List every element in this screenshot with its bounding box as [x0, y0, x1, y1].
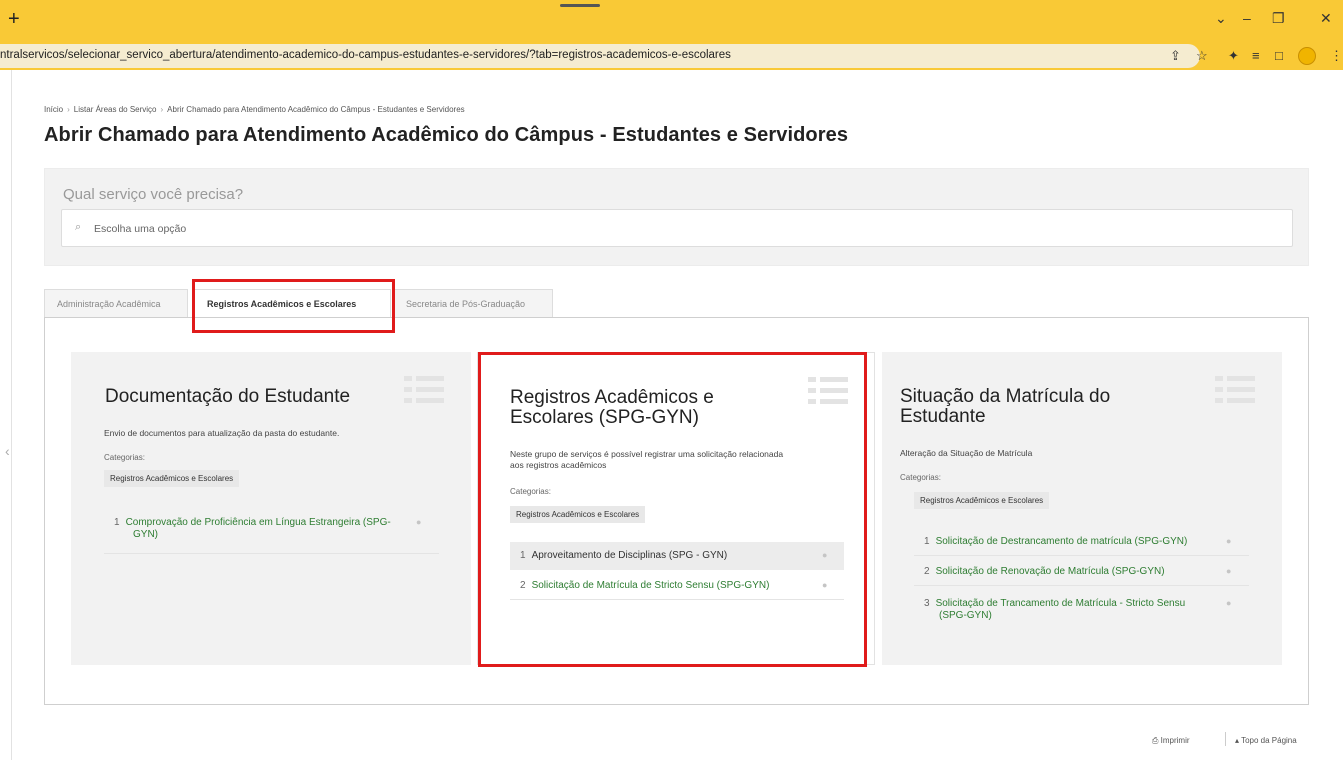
comment-icon[interactable]: ●: [1226, 598, 1231, 608]
print-link[interactable]: ⎙ Imprimir: [1152, 736, 1190, 746]
card-title: Registros Acadêmicos e: [510, 387, 714, 408]
search-icon: ⌕: [75, 221, 82, 233]
back-to-top-link[interactable]: ▴ Topo da Página: [1235, 736, 1297, 745]
service-link[interactable]: 2 Solicitação de Renovação de Matrícula (…: [924, 566, 1165, 578]
service-link[interactable]: 3 Solicitação de Trancamento de Matrícula…: [924, 598, 1185, 610]
back-to-top-label: Topo da Página: [1241, 736, 1297, 745]
service-label: Aproveitamento de Disciplinas (SPG - GYN…: [531, 550, 728, 561]
card-title-cont: Escolares (SPG-GYN): [510, 407, 699, 428]
service-item[interactable]: 1 Aproveitamento de Disciplinas (SPG - GY…: [510, 542, 844, 570]
close-button[interactable]: ✕: [1320, 10, 1332, 26]
tab-secretaria-pos-graduacao[interactable]: Secretaria de Pós-Graduação: [393, 289, 553, 318]
chevron-down-icon[interactable]: ⌄: [1215, 10, 1227, 26]
card-description: Envio de documentos para atualização da …: [104, 428, 340, 438]
search-placeholder: Escolha uma opção: [94, 223, 187, 235]
share-icon[interactable]: ⇪: [1170, 48, 1181, 64]
chevron-left-icon[interactable]: ‹: [5, 443, 10, 459]
service-label: Solicitação de Renovação de Matrícula (S…: [935, 566, 1165, 577]
reading-list-icon[interactable]: ≡: [1252, 48, 1260, 64]
service-search-panel: Qual serviço você precisa? ⌕ Escolha uma…: [44, 168, 1309, 266]
categories-label: Categorias:: [510, 487, 551, 496]
print-icon: ⎙: [1152, 736, 1161, 745]
comment-icon[interactable]: ●: [1226, 536, 1231, 546]
card-title: Documentação do Estudante: [105, 386, 351, 407]
tab-strip-indicator: [560, 4, 600, 7]
service-link[interactable]: 2 Solicitação de Matrícula de Stricto Sen…: [520, 580, 769, 592]
list-icon: [404, 376, 444, 404]
side-panel-icon[interactable]: □: [1275, 48, 1283, 64]
service-card-situacao-matricula[interactable]: Situação da Matrícula do Estudante Alter…: [882, 352, 1282, 665]
card-description: Alteração da Situação de Matrícula: [900, 448, 1033, 458]
breadcrumb-current: Abrir Chamado para Atendimento Acadêmico…: [167, 105, 465, 114]
service-item[interactable]: 2 Solicitação de Renovação de Matrícula (…: [914, 558, 1249, 586]
category-badge[interactable]: Registros Acadêmicos e Escolares: [104, 470, 240, 487]
url-text[interactable]: ntralservicos/selecionar_servico_abertur…: [0, 49, 731, 61]
tab-administracao-academica[interactable]: Administração Acadêmica: [44, 289, 188, 318]
breadcrumb-home[interactable]: Início: [44, 105, 63, 114]
breadcrumb-areas[interactable]: Listar Áreas do Serviço: [74, 105, 157, 114]
list-icon: [808, 377, 848, 405]
comment-icon[interactable]: ●: [1226, 566, 1231, 576]
profile-icon[interactable]: [1298, 47, 1316, 65]
category-badge[interactable]: Registros Acadêmicos e Escolares: [510, 506, 646, 523]
card-title: Situação da Matrícula do: [900, 386, 1111, 407]
card-description-cont: aos registros acadêmicos: [510, 460, 607, 470]
print-label: Imprimir: [1160, 736, 1190, 745]
service-number: 2: [520, 580, 526, 591]
page-title: Abrir Chamado para Atendimento Acadêmico…: [44, 124, 849, 146]
left-edge-strip: [0, 70, 12, 760]
categories-label: Categorias:: [900, 473, 941, 482]
service-card-registros[interactable]: Registros Acadêmicos e Escolares (SPG-GY…: [477, 352, 875, 665]
search-question: Qual serviço você precisa?: [63, 186, 244, 203]
tab-registros-academicos[interactable]: Registros Acadêmicos e Escolares: [194, 289, 391, 319]
service-number: 2: [924, 566, 930, 577]
comment-icon[interactable]: ●: [822, 580, 827, 590]
service-label: Solicitação de Destrancamento de matrícu…: [935, 536, 1188, 547]
minimize-button[interactable]: –: [1243, 10, 1251, 26]
service-card-documentacao[interactable]: Documentação do Estudante Envio de docum…: [71, 352, 471, 665]
service-item[interactable]: 1 Comprovação de Proficiência em Língua E…: [104, 512, 439, 554]
service-number: 1: [924, 536, 930, 547]
list-icon: [1215, 376, 1255, 404]
categories-label: Categorias:: [104, 453, 145, 462]
category-badge[interactable]: Registros Acadêmicos e Escolares: [914, 492, 1050, 509]
footer-divider: [1225, 732, 1226, 746]
service-item[interactable]: 3 Solicitação de Trancamento de Matrícula…: [914, 588, 1249, 630]
service-link[interactable]: 1 Comprovação de Proficiência em Língua E…: [114, 517, 391, 529]
service-item[interactable]: 1 Solicitação de Destrancamento de matríc…: [914, 528, 1249, 556]
service-label-cont[interactable]: GYN): [133, 529, 158, 541]
service-search-input[interactable]: ⌕ Escolha uma opção: [61, 209, 1293, 247]
service-label: Solicitação de Trancamento de Matrícula …: [935, 598, 1186, 609]
card-title-cont: Estudante: [900, 406, 986, 427]
extensions-icon[interactable]: ✦: [1228, 48, 1239, 64]
service-number: 1: [520, 550, 526, 561]
service-label: Solicitação de Matrícula de Stricto Sens…: [531, 580, 770, 591]
breadcrumb-separator: ›: [160, 105, 164, 114]
restore-button[interactable]: ❐: [1272, 10, 1285, 26]
service-link[interactable]: 1 Solicitação de Destrancamento de matríc…: [924, 536, 1187, 548]
browser-title-bar: + ⌄ – ❐ ✕: [0, 0, 1343, 40]
service-link[interactable]: 1 Aproveitamento de Disciplinas (SPG - GY…: [520, 550, 727, 562]
new-tab-button[interactable]: +: [8, 9, 20, 29]
breadcrumb-separator: ›: [67, 105, 70, 114]
service-number: 3: [924, 598, 930, 609]
star-icon[interactable]: ☆: [1196, 48, 1208, 64]
comment-icon[interactable]: ●: [416, 517, 421, 527]
menu-icon[interactable]: ⋮: [1330, 48, 1343, 64]
service-item[interactable]: 2 Solicitação de Matrícula de Stricto Sen…: [510, 572, 844, 600]
service-label-cont[interactable]: (SPG-GYN): [939, 610, 992, 622]
card-description: Neste grupo de serviços é possível regis…: [510, 449, 784, 459]
breadcrumb: Início › Listar Áreas do Serviço › Abrir Cha…: [44, 105, 465, 114]
comment-icon[interactable]: ●: [822, 550, 827, 560]
service-number: 1: [114, 517, 120, 528]
service-label: Comprovação de Proficiência em Língua Es…: [125, 517, 391, 528]
